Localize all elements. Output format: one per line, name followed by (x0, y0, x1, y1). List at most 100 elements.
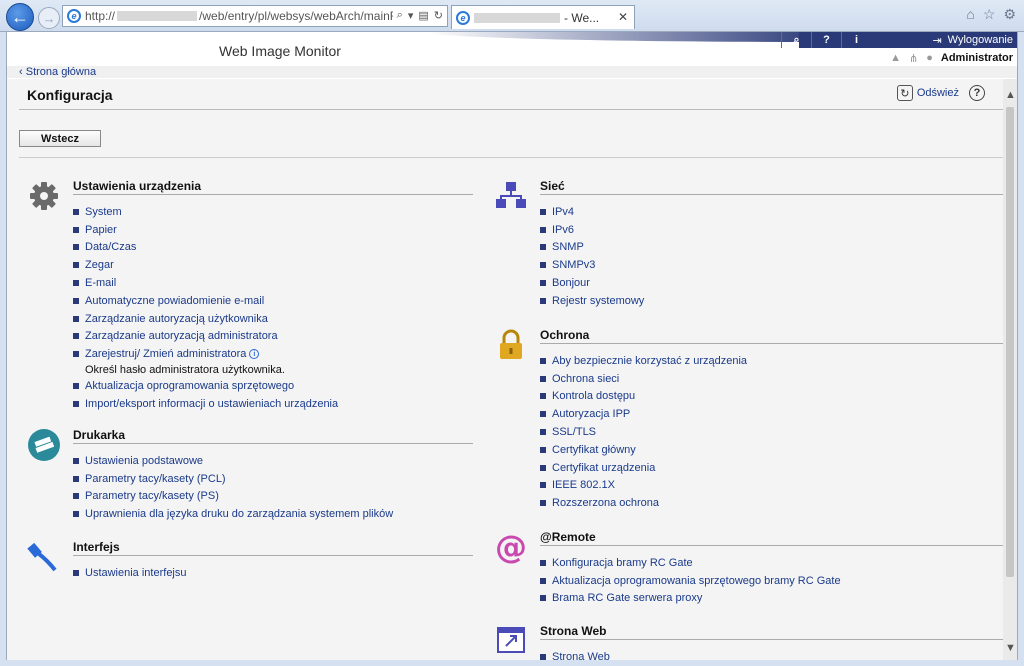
link-register-admin[interactable]: Zarejestruj/ Zmień administratora i (73, 345, 338, 363)
link-label: SNMP (552, 241, 584, 254)
link-tray-pcl[interactable]: Parametry tacy/kasety (PCL) (73, 470, 393, 488)
bullet-icon (540, 262, 546, 269)
bullet-icon (540, 393, 546, 400)
chevron-left-icon: ‹ (19, 66, 26, 78)
link-email[interactable]: E-mail (73, 274, 338, 292)
link-print-language-permissions[interactable]: Uprawnienia dla języka druku do zarządza… (73, 505, 393, 523)
link-extended-security[interactable]: Rozszerzona ochrona (540, 494, 747, 512)
link-web-page[interactable]: Strona Web (540, 648, 610, 660)
browser-forward-button[interactable]: → (38, 7, 60, 29)
link-system[interactable]: System (73, 203, 338, 221)
logout-label: Wylogowanie (947, 34, 1013, 46)
section-rule (540, 194, 1010, 195)
vertical-scrollbar[interactable]: ▲ ▼ (1003, 79, 1017, 660)
link-snmpv3[interactable]: SNMPv3 (540, 256, 644, 274)
bullet-icon (73, 244, 79, 251)
link-ieee-8021x[interactable]: IEEE 802.1X (540, 477, 747, 495)
link-ipv4[interactable]: IPv4 (540, 203, 644, 221)
link-list: System Papier Data/Czas Zegar E-mail Aut… (73, 203, 338, 413)
link-rc-gate-firmware[interactable]: Aktualizacja oprogramowania sprzętowego … (540, 572, 841, 590)
ie-icon: e (456, 10, 470, 25)
link-label: Brama RC Gate serwera proxy (552, 592, 703, 605)
link-snmp[interactable]: SNMP (540, 239, 644, 257)
title-divider (19, 109, 1005, 110)
link-timer[interactable]: Zegar (73, 256, 338, 274)
info-icon[interactable]: i (841, 32, 871, 48)
chevron-up-icon[interactable]: ▲ (1005, 89, 1016, 101)
compat-icon[interactable]: ▤ (418, 9, 428, 22)
search-icon[interactable]: ⌕ (781, 32, 811, 48)
link-label: SSL/TLS (552, 426, 597, 439)
home-icon[interactable]: ⌂ (966, 6, 974, 23)
link-firmware-update[interactable]: Aktualizacja oprogramowania sprzętowego (73, 377, 338, 395)
browser-chrome: ← → e http:// /web/entry/pl/websys/webAr… (0, 0, 1024, 32)
bullet-icon (73, 280, 79, 287)
tab-title: - We... (564, 10, 600, 25)
link-secure-use[interactable]: Aby bezpiecznie korzystać z urządzenia (540, 352, 747, 370)
svg-text:@: @ (495, 530, 527, 564)
link-admin-auth[interactable]: Zarządzanie autoryzacją administratora (73, 328, 338, 346)
link-list: Ustawienia interfejsu (73, 564, 187, 582)
link-ipp-auth[interactable]: Autoryzacja IPP (540, 405, 747, 423)
bullet-icon (540, 208, 546, 215)
refresh-icon[interactable]: ↻ (434, 9, 443, 22)
bullet-icon (540, 429, 546, 436)
link-label: Parametry tacy/kasety (PS) (85, 490, 219, 503)
link-ssl-tls[interactable]: SSL/TLS (540, 423, 747, 441)
logout-link[interactable]: ⇥ Wylogowanie (932, 32, 1013, 48)
back-button[interactable]: Wstecz (19, 130, 101, 147)
breadcrumb[interactable]: ‹ Strona główna (19, 66, 96, 78)
link-tray-ps[interactable]: Parametry tacy/kasety (PS) (73, 488, 393, 506)
favorites-icon[interactable]: ☆ (983, 6, 996, 23)
link-label: Certyfikat urządzenia (552, 461, 656, 474)
link-root-certificate[interactable]: Certyfikat główny (540, 441, 747, 459)
link-rc-gate-config[interactable]: Konfiguracja bramy RC Gate (540, 554, 841, 572)
link-access-control[interactable]: Kontrola dostępu (540, 388, 747, 406)
scroll-thumb[interactable] (1006, 107, 1014, 577)
help-icon[interactable]: ? (811, 32, 841, 48)
bullet-icon (73, 569, 79, 576)
info-icon[interactable]: i (249, 349, 260, 360)
link-ipv6[interactable]: IPv6 (540, 221, 644, 239)
chevron-down-icon[interactable]: ▼ (1005, 642, 1016, 654)
refresh-label: Odśwież (916, 87, 959, 99)
breadcrumb-home: Strona główna (25, 66, 97, 78)
settings-icon[interactable]: ⚙ (1003, 6, 1016, 23)
link-auto-email[interactable]: Automatyczne powiadomienie e-mail (73, 292, 338, 310)
bullet-icon (540, 357, 546, 364)
link-label: Aby bezpiecznie korzystać z urządzenia (552, 354, 748, 367)
address-bar[interactable]: e http:// /web/entry/pl/websys/webArch/m… (62, 5, 448, 27)
bullet-icon (73, 297, 79, 304)
link-date-time[interactable]: Data/Czas (73, 239, 338, 257)
browser-toolbar: ⌂ ☆ ⚙ (966, 6, 1016, 23)
link-rc-gate-proxy[interactable]: Brama RC Gate serwera proxy (540, 590, 841, 608)
browser-tab[interactable]: e - We... ✕ (451, 5, 635, 29)
link-user-auth[interactable]: Zarządzanie autoryzacją użytkownika (73, 310, 338, 328)
page-title: Konfiguracja (27, 87, 113, 103)
link-network-security[interactable]: Ochrona sieci (540, 370, 747, 388)
dropdown-icon[interactable]: ▾ (408, 9, 414, 22)
close-tab-icon[interactable]: ✕ (618, 10, 628, 24)
web-page: Web Image Monitor ⌕ ? i ⇥ Wylogowanie ▲ … (6, 32, 1018, 660)
section-printer: Drukarka Ustawienia podstawowe Parametry… (27, 428, 473, 528)
link-import-export[interactable]: Import/eksport informacji o ustawieniach… (73, 395, 338, 413)
link-device-certificate[interactable]: Certyfikat urządzenia (540, 459, 747, 477)
section-title: Sieć (540, 179, 565, 193)
link-label: SNMPv3 (552, 259, 596, 272)
link-interface-settings[interactable]: Ustawienia interfejsu (73, 564, 187, 582)
section-rule (73, 443, 473, 444)
url-path: /web/entry/pl/websys/webArch/mainFrar (199, 9, 412, 23)
refresh-link[interactable]: ↻ Odśwież ? (896, 85, 985, 101)
help-icon[interactable]: ? (969, 85, 985, 101)
link-label: Zegar (85, 259, 114, 272)
link-label: Rejestr systemowy (552, 294, 645, 307)
link-system-log[interactable]: Rejestr systemowy (540, 292, 644, 310)
at-sign-icon: @ (495, 530, 527, 564)
browser-back-button[interactable]: ← (6, 3, 34, 31)
link-bonjour[interactable]: Bonjour (540, 274, 644, 292)
bullet-icon (540, 482, 546, 489)
link-paper[interactable]: Papier (73, 221, 338, 239)
bullet-icon (540, 244, 546, 251)
search-icon[interactable]: ⌕ (397, 9, 403, 22)
link-basic-settings[interactable]: Ustawienia podstawowe (73, 452, 393, 470)
